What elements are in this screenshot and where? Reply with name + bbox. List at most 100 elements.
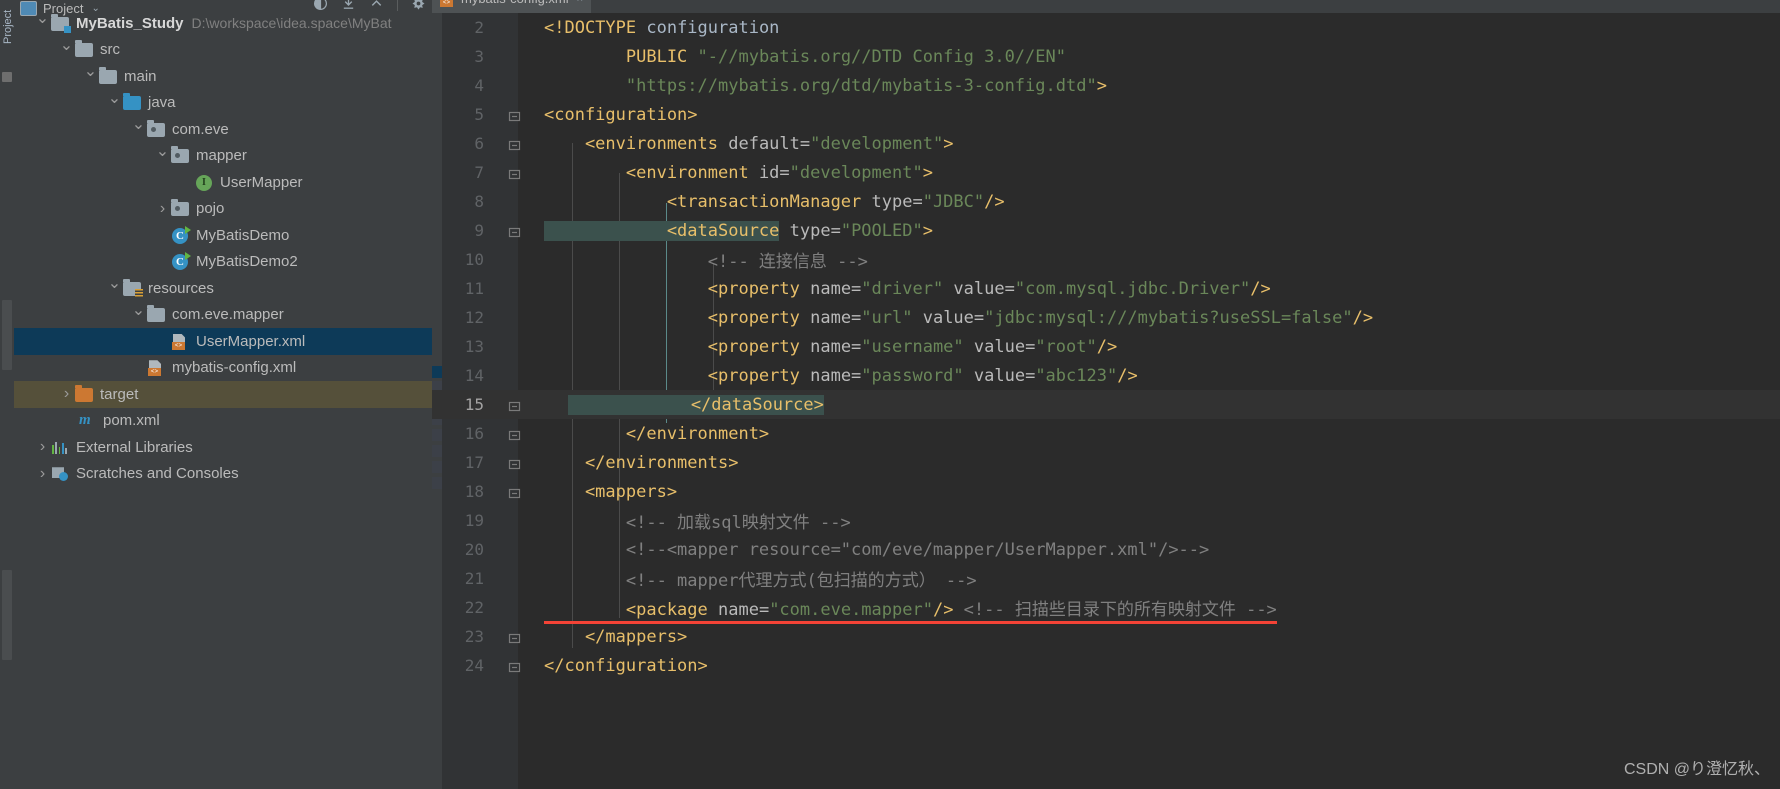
tree-item-target[interactable]: target: [14, 381, 432, 408]
code-line[interactable]: 24 </configuration>: [432, 651, 1780, 680]
tree-item-pom-xml[interactable]: m pom.xml: [14, 408, 432, 435]
code-text[interactable]: PUBLIC "-//mybatis.org//DTD Config 3.0//…: [544, 47, 1066, 67]
code-line[interactable]: 13 <property name="username" value="root…: [432, 332, 1780, 361]
fold-minus-icon[interactable]: [508, 456, 521, 470]
fold-minus-icon[interactable]: [508, 427, 521, 441]
code-line[interactable]: 22 <package name="com.eve.mapper"/> <!--…: [432, 593, 1780, 624]
code-text[interactable]: <!-- mapper代理方式(包扫描的方式） -->: [544, 566, 977, 591]
code-line[interactable]: 9 <dataSource type="POOLED">: [432, 216, 1780, 245]
fold-minus-icon[interactable]: [508, 137, 521, 151]
tree-item-src[interactable]: src: [14, 37, 432, 64]
fold-minus-icon[interactable]: [508, 224, 521, 238]
fold-minus-icon[interactable]: [508, 398, 521, 412]
code-text[interactable]: <package name="com.eve.mapper"/> <!-- 扫描…: [544, 595, 1277, 624]
code-text[interactable]: </environments>: [544, 453, 739, 473]
fold-minus-icon[interactable]: [508, 166, 521, 180]
tree-item-com-eve-mapper[interactable]: com.eve.mapper: [14, 302, 432, 329]
code-line[interactable]: 12 <property name="url" value="jdbc:mysq…: [432, 303, 1780, 332]
collapse-arrow-icon[interactable]: [58, 386, 75, 402]
fold-minus-icon[interactable]: [508, 659, 521, 673]
tree-item-mybatis-config-xml[interactable]: <> mybatis-config.xml: [14, 355, 432, 382]
fold-minus-icon[interactable]: [508, 485, 521, 499]
code-line[interactable]: 7 <environment id="development">: [432, 158, 1780, 187]
collapse-arrow-icon[interactable]: [34, 466, 51, 482]
expand-arrow-icon[interactable]: [82, 68, 99, 84]
tree-item-main[interactable]: main: [14, 63, 432, 90]
expand-arrow-icon[interactable]: [34, 15, 51, 31]
code-text[interactable]: <environment id="development">: [544, 163, 933, 183]
code-text[interactable]: <property name="username" value="root"/>: [544, 337, 1117, 357]
code-text[interactable]: </dataSource>: [568, 394, 824, 415]
code-line[interactable]: 10 <!-- 连接信息 -->: [432, 245, 1780, 274]
code-text[interactable]: <configuration>: [544, 105, 698, 125]
code-line[interactable]: 20 <!--<mapper resource="com/eve/mapper/…: [432, 535, 1780, 564]
tree-item-com-eve[interactable]: com.eve: [14, 116, 432, 143]
code-text[interactable]: <!-- 连接信息 -->: [544, 247, 868, 272]
code-lines[interactable]: 2 <!DOCTYPE configuration 3 PUBLIC "-//myb…: [432, 13, 1780, 680]
tree-item-scratches-and-consoles[interactable]: Scratches and Consoles: [14, 461, 432, 488]
collapse-arrow-icon[interactable]: [154, 201, 171, 217]
editor-tab-mybatis-config-xml[interactable]: <> mybatis-config.xml ×: [432, 0, 592, 13]
code-text[interactable]: <transactionManager type="JDBC"/>: [544, 192, 1005, 212]
structure-tool-icon[interactable]: [2, 72, 12, 82]
code-text[interactable]: <!DOCTYPE configuration: [544, 18, 779, 38]
collapse-arrow-icon[interactable]: [34, 439, 51, 455]
code-text[interactable]: </mappers>: [544, 627, 687, 647]
tree-item-pojo[interactable]: pojo: [14, 196, 432, 223]
tree-item-mapper[interactable]: mapper: [14, 143, 432, 170]
expand-arrow-icon[interactable]: [106, 95, 123, 111]
expand-arrow-icon[interactable]: [130, 307, 147, 323]
code-text[interactable]: <property name="url" value="jdbc:mysql:/…: [544, 308, 1373, 328]
code-line[interactable]: 11 <property name="driver" value="com.my…: [432, 274, 1780, 303]
tree-item-label: Scratches and Consoles: [76, 465, 239, 483]
close-icon[interactable]: ×: [577, 0, 583, 5]
code-line[interactable]: 23 </mappers>: [432, 622, 1780, 651]
code-line[interactable]: 2 <!DOCTYPE configuration: [432, 13, 1780, 42]
project-tree[interactable]: MyBatis_Study D:\workspace\idea.space\My…: [14, 10, 432, 487]
fold-minus-icon[interactable]: [508, 630, 521, 644]
code-text[interactable]: <property name="password" value="abc123"…: [544, 366, 1138, 386]
code-line[interactable]: 14 <property name="password" value="abc1…: [432, 361, 1780, 390]
code-line[interactable]: 5 <configuration>: [432, 100, 1780, 129]
code-text[interactable]: "https://mybatis.org/dtd/mybatis-3-confi…: [544, 76, 1107, 96]
tree-item-external-libraries[interactable]: External Libraries: [14, 434, 432, 461]
code-line[interactable]: 17 </environments>: [432, 448, 1780, 477]
expand-arrow-icon[interactable]: [106, 280, 123, 296]
expand-arrow-icon[interactable]: [154, 148, 171, 164]
code-text[interactable]: <dataSource type="POOLED">: [544, 220, 933, 241]
code-line[interactable]: 4 "https://mybatis.org/dtd/mybatis-3-con…: [432, 71, 1780, 100]
tool-strip-project-label[interactable]: Project: [2, 0, 14, 44]
code-line[interactable]: 21 <!-- mapper代理方式(包扫描的方式） -->: [432, 564, 1780, 593]
code-text[interactable]: </configuration>: [544, 656, 708, 676]
tree-item-usermapper-interface[interactable]: I UserMapper: [14, 169, 432, 196]
code-line[interactable]: 3 PUBLIC "-//mybatis.org//DTD Config 3.0…: [432, 42, 1780, 71]
tree-item-resources[interactable]: resources: [14, 275, 432, 302]
code-line[interactable]: 16 </environment>: [432, 419, 1780, 448]
code-line[interactable]: 18 <mappers>: [432, 477, 1780, 506]
expand-arrow-icon[interactable]: [130, 121, 147, 137]
fold-minus-icon[interactable]: [508, 108, 521, 122]
intention-bulb-icon[interactable]: [544, 395, 557, 413]
code-line[interactable]: 8 <transactionManager type="JDBC"/>: [432, 187, 1780, 216]
code-text[interactable]: <environments default="development">: [544, 134, 954, 154]
commit-tool-icon[interactable]: [2, 570, 12, 660]
tree-item-label: resources: [148, 279, 214, 297]
code-editor[interactable]: 2 <!DOCTYPE configuration 3 PUBLIC "-//myb…: [432, 13, 1780, 789]
favorites-tool-icon[interactable]: [2, 300, 12, 370]
code-text[interactable]: </environment>: [544, 424, 769, 444]
line-number: 10: [464, 250, 484, 269]
tree-item-mybatisdemo[interactable]: C MyBatisDemo: [14, 222, 432, 249]
tree-item-java[interactable]: java: [14, 90, 432, 117]
code-line[interactable]: 6 <environments default="development">: [432, 129, 1780, 158]
code-text[interactable]: <mappers>: [544, 482, 677, 502]
left-tool-strip[interactable]: Project: [0, 0, 15, 789]
code-text[interactable]: <property name="driver" value="com.mysql…: [544, 279, 1271, 299]
code-line[interactable]: 15 </dataSource>: [432, 390, 1780, 419]
code-line[interactable]: 19 <!-- 加载sql映射文件 -->: [432, 506, 1780, 535]
expand-arrow-icon[interactable]: [58, 42, 75, 58]
tree-item-mybatisdemo2[interactable]: C MyBatisDemo2: [14, 249, 432, 276]
tree-item-mybatis-study[interactable]: MyBatis_Study D:\workspace\idea.space\My…: [14, 10, 432, 37]
code-text[interactable]: <!-- 加载sql映射文件 -->: [544, 508, 851, 533]
tree-item-usermapper-xml[interactable]: <> UserMapper.xml: [14, 328, 432, 355]
code-text[interactable]: <!--<mapper resource="com/eve/mapper/Use…: [544, 540, 1209, 560]
